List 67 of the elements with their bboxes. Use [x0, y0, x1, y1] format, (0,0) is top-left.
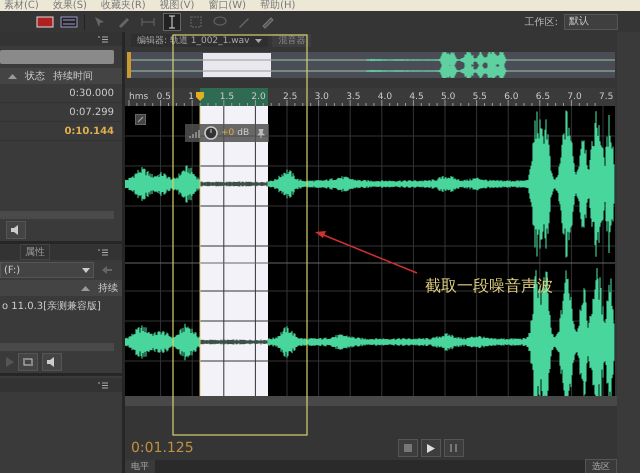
duration-cell[interactable]: 0:07.299 — [69, 106, 114, 118]
ruler-label: 4.0 — [378, 92, 392, 102]
pause-icon — [450, 444, 458, 452]
sort-icon[interactable] — [81, 285, 90, 291]
ruler-label: 5.0 — [441, 92, 456, 102]
waveform-view-icon[interactable] — [36, 16, 54, 28]
speaker-button[interactable] — [42, 353, 62, 371]
ruler-label: 2.0 — [251, 92, 266, 102]
multitrack-view-icon[interactable] — [60, 16, 78, 28]
menu-item[interactable]: 素材(C) — [4, 0, 39, 11]
menu-item[interactable]: 视图(V) — [160, 0, 194, 11]
loop-icon — [22, 357, 34, 367]
menu-item[interactable]: 帮助(H) — [260, 0, 296, 11]
workspace-label: 工作区: — [524, 16, 558, 28]
duration-cell[interactable]: 0:30.000 — [69, 88, 114, 98]
expand-icon[interactable] — [135, 114, 146, 125]
time-selection-tool-icon[interactable] — [163, 12, 181, 30]
ruler-label: 1.5 — [220, 92, 234, 102]
drive-dropdown[interactable]: (F:) — [0, 262, 94, 278]
menu-item[interactable]: 收藏夹(R) — [100, 0, 146, 11]
file-item[interactable]: o 11.0.3[亲测兼容版] — [0, 296, 122, 313]
gain-unit: dB — [237, 128, 250, 138]
panel-menu-icon[interactable] — [98, 248, 108, 256]
gain-value[interactable]: +0 — [221, 128, 234, 138]
knob-icon[interactable] — [204, 126, 218, 140]
ruler-label: 3.0 — [314, 92, 329, 102]
ruler-label: 6.5 — [536, 92, 550, 102]
duration-cell[interactable]: 0:10.144 — [64, 126, 114, 136]
play-icon — [427, 444, 435, 452]
ruler-label: 6.0 — [504, 92, 519, 102]
column-header[interactable]: 持续 — [98, 281, 118, 295]
gain-hud[interactable]: +0 dB — [185, 124, 269, 142]
column-header[interactable]: 状态 — [25, 69, 45, 83]
play-button[interactable] — [421, 439, 441, 457]
ruler-unit: hms — [129, 92, 148, 102]
stop-icon — [404, 444, 412, 452]
pin-icon[interactable] — [257, 128, 265, 138]
time-display: 0:01.125 — [131, 440, 194, 456]
ruler-label: 7.0 — [567, 92, 582, 102]
speaker-button[interactable] — [6, 221, 26, 239]
search-field[interactable] — [0, 50, 114, 64]
loop-button[interactable] — [18, 353, 38, 371]
panel-tab[interactable]: 属性 — [20, 244, 50, 260]
workspace-dropdown[interactable]: 默认 — [564, 14, 618, 30]
back-arrow-icon[interactable] — [102, 266, 112, 274]
levels-tab[interactable]: 电平 — [125, 460, 155, 473]
selection-panel-tab[interactable]: 选区 — [585, 459, 617, 473]
caret-icon — [255, 38, 262, 42]
sort-icon[interactable] — [8, 73, 17, 79]
scrollbar[interactable] — [125, 396, 617, 406]
overview-waveform-drawing[interactable] — [127, 52, 615, 78]
ruler-label: 3.5 — [346, 92, 361, 102]
panel-menu-icon[interactable] — [98, 36, 108, 42]
ruler-label: 1 — [188, 92, 194, 102]
menu-item[interactable]: 效果(S) — [52, 0, 87, 11]
ruler-label: 5.5 — [472, 92, 487, 102]
column-header[interactable]: 持续时间 — [53, 69, 93, 83]
caret-icon — [82, 268, 90, 272]
ruler-label: 0.5 — [156, 92, 171, 102]
mixer-tab[interactable]: 混音器 — [272, 34, 312, 47]
ruler-label: 2.5 — [283, 92, 298, 102]
ruler-label: 4.5 — [409, 92, 424, 102]
signal-bars-icon — [189, 128, 201, 138]
ruler-label: 7.5 — [599, 92, 614, 102]
panel-menu-icon[interactable] — [98, 382, 108, 388]
time-ruler[interactable]: hms 0.5 1 1.5 2.0 2.5 3.0 3.5 4.0 4.5 5.0 5.5 6.0 6.5 7.0 7.5 — [125, 88, 615, 106]
playhead-marker[interactable] — [196, 92, 204, 101]
